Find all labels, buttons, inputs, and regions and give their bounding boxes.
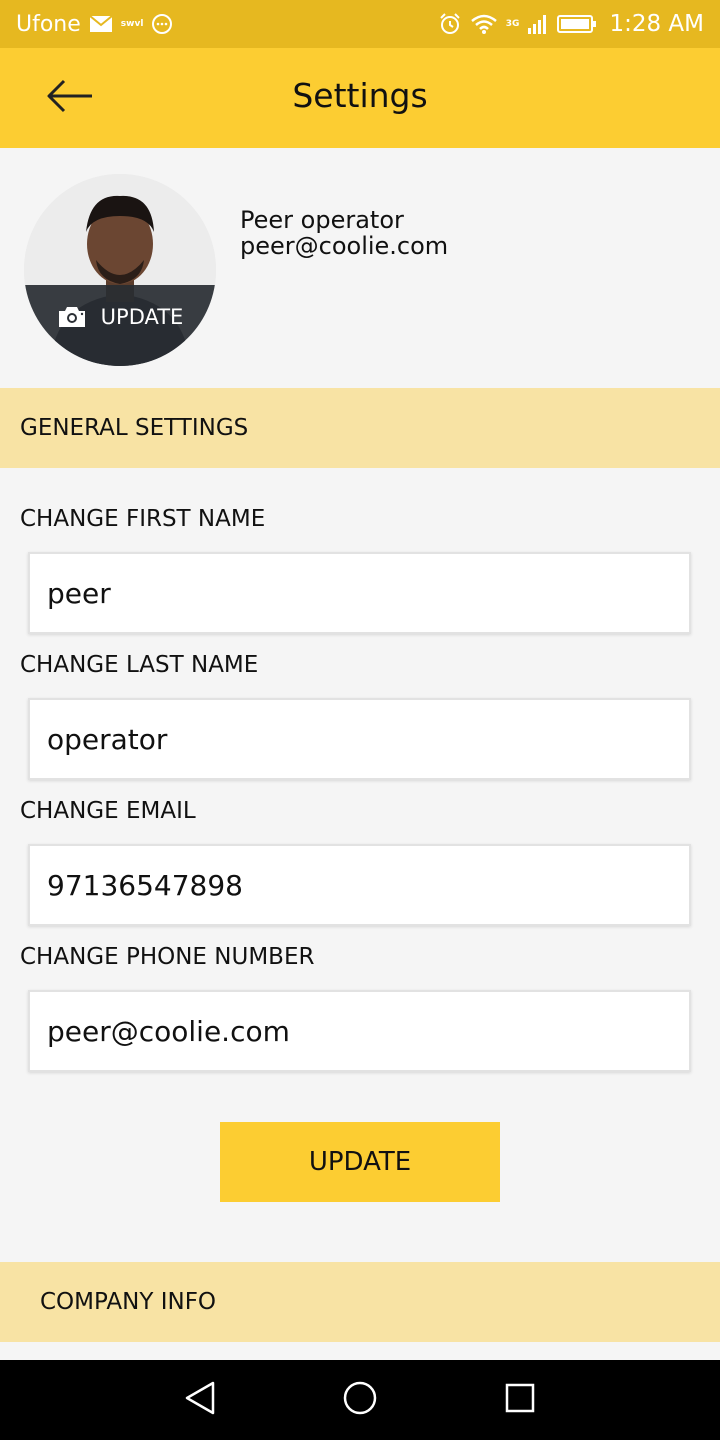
alarm-icon: [438, 12, 462, 36]
nav-home-button[interactable]: [340, 1380, 380, 1420]
phone-label: CHANGE PHONE NUMBER: [20, 944, 315, 970]
first-name-input[interactable]: peer: [28, 552, 691, 634]
profile-section: UPDATE Peer operator peer@coolie.com: [0, 148, 720, 388]
status-right: 3G 1:28 AM: [438, 11, 704, 37]
avatar-update-button[interactable]: UPDATE: [24, 285, 216, 366]
nav-back-icon: [183, 1380, 217, 1420]
update-button[interactable]: UPDATE: [220, 1122, 500, 1202]
phone-value: peer@coolie.com: [47, 1014, 290, 1048]
page-title: Settings: [292, 76, 428, 115]
nav-home-icon: [342, 1380, 378, 1420]
update-button-label: UPDATE: [308, 1147, 412, 1177]
company-info-header[interactable]: COMPANY INFO: [0, 1262, 720, 1342]
last-name-value: operator: [47, 722, 168, 756]
profile-email: peer@coolie.com: [240, 232, 449, 260]
first-name-value: peer: [47, 576, 111, 610]
phone-input[interactable]: peer@coolie.com: [28, 990, 691, 1072]
status-left: Ufone swvl: [16, 12, 173, 37]
wifi-icon: [470, 13, 498, 35]
swvl-icon: swvl: [120, 19, 144, 29]
network-type: 3G: [505, 19, 520, 29]
chat-icon: [151, 13, 173, 35]
nav-recents-icon: [504, 1382, 536, 1418]
general-settings-title: GENERAL SETTINGS: [20, 415, 249, 441]
last-name-label: CHANGE LAST NAME: [20, 652, 259, 678]
last-name-input[interactable]: operator: [28, 698, 691, 780]
mail-icon: [89, 15, 113, 33]
signal-icon: [527, 13, 549, 35]
nav-recents-button[interactable]: [500, 1380, 540, 1420]
email-input[interactable]: 97136547898: [28, 844, 691, 926]
email-value: 97136547898: [47, 868, 243, 902]
carrier-name: Ufone: [16, 11, 81, 37]
camera-icon: [57, 305, 87, 334]
email-label: CHANGE EMAIL: [20, 798, 196, 824]
general-settings-header: GENERAL SETTINGS: [0, 388, 720, 468]
avatar[interactable]: UPDATE: [24, 174, 216, 366]
status-bar: Ufone swvl 3G 1:28 AM: [0, 0, 720, 48]
company-info-title: COMPANY INFO: [40, 1289, 217, 1315]
navigation-bar: [0, 1360, 720, 1440]
battery-icon: [557, 14, 597, 34]
profile-name: Peer operator: [240, 206, 404, 234]
nav-back-button[interactable]: [180, 1380, 220, 1420]
app-bar: Settings: [0, 48, 720, 148]
first-name-label: CHANGE FIRST NAME: [20, 506, 266, 532]
status-time: 1:28 AM: [609, 11, 704, 37]
avatar-update-label: UPDATE: [100, 305, 184, 329]
